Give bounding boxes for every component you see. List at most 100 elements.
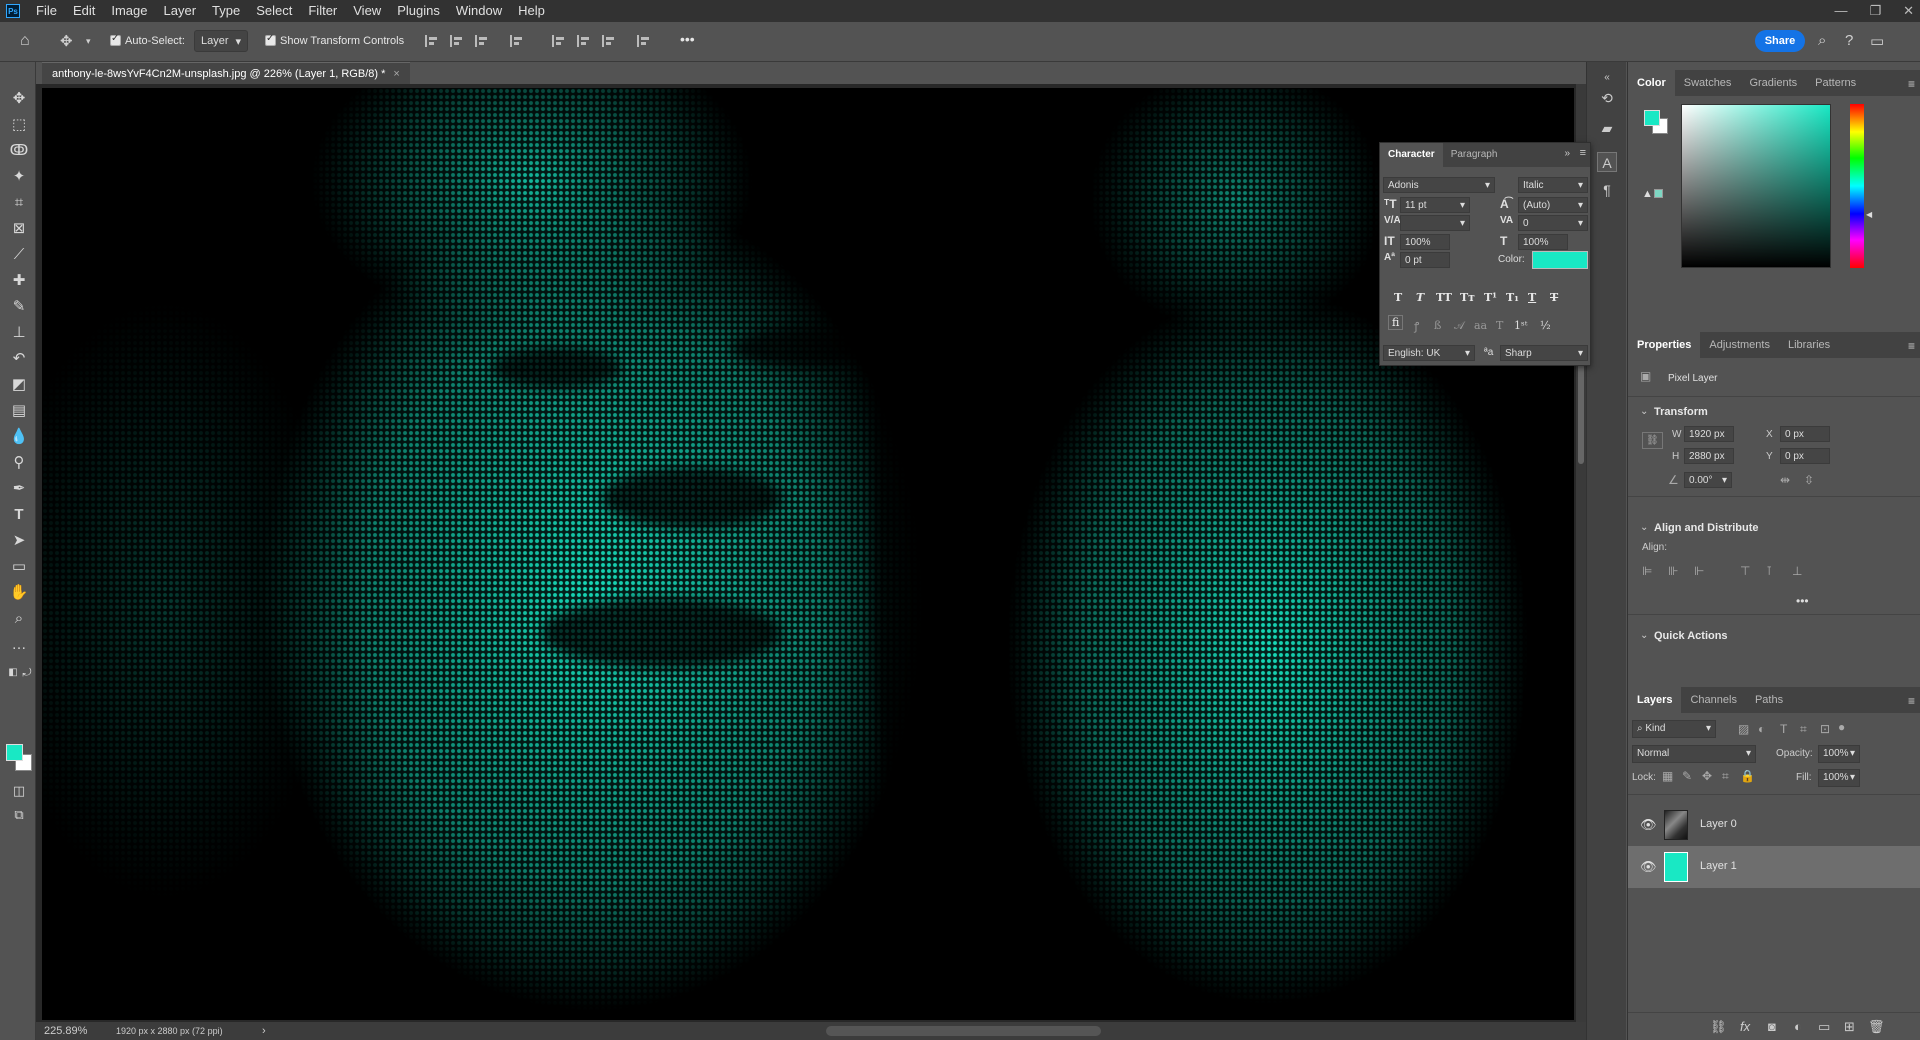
tab-layers[interactable]: Layers — [1628, 687, 1682, 713]
lock-image-icon[interactable]: ✎ — [1682, 769, 1692, 783]
eyedropper-tool-icon[interactable]: ⟋ — [8, 244, 30, 266]
tab-character[interactable]: Character — [1380, 143, 1443, 167]
align-top-icon[interactable] — [552, 35, 566, 47]
marquee-tool-icon[interactable]: ⬚ — [8, 114, 30, 136]
canvas-image[interactable] — [42, 88, 1574, 1020]
document-tab[interactable]: anthony-le-8wsYvF4Cn2M-unsplash.jpg @ 22… — [42, 62, 410, 84]
width-field[interactable]: 1920 px — [1684, 426, 1734, 442]
gamut-warning-icon[interactable]: ▲ — [1642, 188, 1653, 200]
menu-window[interactable]: Window — [448, 0, 510, 22]
layer-style-icon[interactable]: fx — [1740, 1019, 1750, 1034]
foreground-color-swatch[interactable] — [6, 744, 23, 761]
dodge-tool-icon[interactable]: ⚲ — [8, 452, 30, 474]
x-field[interactable]: 0 px — [1780, 426, 1830, 442]
history-brush-tool-icon[interactable]: ↶ — [8, 348, 30, 370]
panel-menu-icon[interactable]: ≡ — [1908, 77, 1915, 91]
color-picker-field[interactable] — [1681, 104, 1831, 268]
share-button[interactable]: Share — [1755, 30, 1805, 52]
stylistic-alternates-icon[interactable]: 𝒜 — [1454, 319, 1464, 333]
paragraph-panel-icon[interactable]: ¶ — [1597, 180, 1617, 200]
lasso-tool-icon[interactable]: ↂ — [8, 140, 30, 162]
menu-layer[interactable]: Layer — [156, 0, 205, 22]
titling-alternates-icon[interactable]: aa — [1474, 319, 1487, 332]
ordinal-st-icon[interactable]: 1ˢᵗ — [1514, 319, 1527, 332]
align-left-icon[interactable] — [425, 35, 439, 47]
align-top-edges-icon[interactable]: ⊤ — [1740, 564, 1750, 578]
tab-properties[interactable]: Properties — [1628, 332, 1701, 358]
chevron-down-icon[interactable]: ▾ — [86, 36, 91, 47]
workspace-icon[interactable]: ▭ — [1870, 32, 1884, 50]
baseline-shift-field[interactable]: 0 pt — [1400, 252, 1450, 268]
zoom-level[interactable]: 225.89% — [44, 1022, 87, 1040]
tab-gradients[interactable]: Gradients — [1740, 70, 1806, 96]
tab-channels[interactable]: Channels — [1681, 687, 1745, 713]
superscript-icon[interactable]: T¹ — [1484, 291, 1497, 304]
small-caps-icon[interactable]: Tт — [1460, 291, 1475, 304]
lock-position-icon[interactable]: ✥ — [1702, 769, 1712, 783]
eraser-tool-icon[interactable]: ◩ — [8, 374, 30, 396]
new-group-icon[interactable]: ▭ — [1818, 1019, 1830, 1035]
filter-shape-icon[interactable]: ⌗ — [1800, 722, 1807, 737]
lock-transparent-icon[interactable]: ▦ — [1662, 769, 1673, 783]
tab-adjustments[interactable]: Adjustments — [1700, 332, 1779, 358]
menu-plugins[interactable]: Plugins — [389, 0, 448, 22]
collapse-icon[interactable]: « — [1597, 68, 1617, 88]
quick-mask-icon[interactable]: ◫ — [8, 780, 30, 802]
filter-adjustment-icon[interactable]: ◐ — [1758, 722, 1765, 736]
tab-libraries[interactable]: Libraries — [1779, 332, 1839, 358]
horizontal-scrollbar-thumb[interactable] — [826, 1026, 1101, 1036]
adjustment-layer-icon[interactable]: ◐ — [1794, 1019, 1802, 1034]
layer-row[interactable]: 👁 Layer 1 — [1628, 846, 1920, 888]
align-right-edges-icon[interactable]: ⊩ — [1694, 564, 1704, 578]
scrollbar-thumb[interactable] — [1578, 364, 1584, 464]
color-foreground-swatch[interactable] — [1644, 110, 1660, 126]
auto-select-checkbox[interactable] — [110, 33, 121, 46]
height-field[interactable]: 2880 px — [1684, 448, 1734, 464]
blur-tool-icon[interactable]: 💧 — [8, 426, 30, 448]
hand-tool-icon[interactable]: ✋ — [8, 582, 30, 604]
status-menu-arrow[interactable]: › — [262, 1022, 266, 1040]
align-vertical-centers-icon[interactable]: ⊺ — [1766, 564, 1772, 578]
chevron-down-icon[interactable]: ⌄ — [1640, 630, 1648, 641]
all-caps-icon[interactable]: TT — [1436, 291, 1452, 304]
menu-image[interactable]: Image — [103, 0, 155, 22]
stamp-tool-icon[interactable]: ⊥ — [8, 322, 30, 344]
blend-mode-select[interactable]: Normal ▾ — [1632, 745, 1756, 763]
close-window-button[interactable]: ✕ — [1903, 0, 1914, 22]
ordinals-icon[interactable]: T — [1496, 319, 1503, 332]
eye-icon[interactable]: 👁 — [1640, 859, 1657, 875]
add-mask-icon[interactable]: ◙ — [1768, 1019, 1776, 1034]
path-selection-tool-icon[interactable]: ➤ — [8, 530, 30, 552]
panel-menu-icon[interactable]: ≡ — [1908, 339, 1915, 353]
font-style-select[interactable]: Italic ▾ — [1518, 177, 1588, 193]
hue-slider-marker-icon[interactable]: ◀ — [1866, 210, 1872, 219]
swash-icon[interactable]: ß — [1434, 319, 1441, 332]
lock-artboard-icon[interactable]: ⌗ — [1722, 769, 1729, 784]
menu-edit[interactable]: Edit — [65, 0, 103, 22]
menu-type[interactable]: Type — [204, 0, 248, 22]
antialias-select[interactable]: Sharp ▾ — [1500, 345, 1588, 361]
tab-paragraph[interactable]: Paragraph — [1443, 143, 1506, 167]
history-panel-icon[interactable]: ⟲ — [1597, 88, 1617, 108]
menu-help[interactable]: Help — [510, 0, 553, 22]
menu-select[interactable]: Select — [248, 0, 300, 22]
language-select[interactable]: English: UK ▾ — [1383, 345, 1475, 361]
tracking-field[interactable]: 0 ▾ — [1518, 215, 1588, 231]
subscript-icon[interactable]: T₁ — [1506, 291, 1519, 304]
align-distribute-title[interactable]: Align and Distribute — [1654, 522, 1759, 534]
help-icon[interactable]: ? — [1845, 32, 1853, 49]
show-transform-checkbox[interactable] — [265, 33, 276, 46]
tab-patterns[interactable]: Patterns — [1806, 70, 1865, 96]
gradient-tool-icon[interactable]: ▤ — [8, 400, 30, 422]
angle-field[interactable]: 0.00° ▾ — [1684, 472, 1732, 488]
align-bottom-icon[interactable] — [602, 35, 616, 47]
filter-toggle-icon[interactable]: ● — [1838, 720, 1845, 734]
auto-select-dropdown[interactable]: Layer ▾ — [194, 30, 248, 52]
distribute-icon[interactable] — [510, 35, 524, 47]
restore-button[interactable]: ❐ — [1869, 0, 1881, 22]
opacity-field[interactable]: 100% ▾ — [1818, 745, 1860, 763]
screen-mode-icon[interactable]: ⧉ — [8, 804, 30, 826]
panel-menu-icon[interactable]: ≡ — [1580, 147, 1586, 159]
frame-tool-icon[interactable]: ⊠ — [8, 218, 30, 240]
home-icon[interactable]: ⌂ — [20, 32, 30, 50]
